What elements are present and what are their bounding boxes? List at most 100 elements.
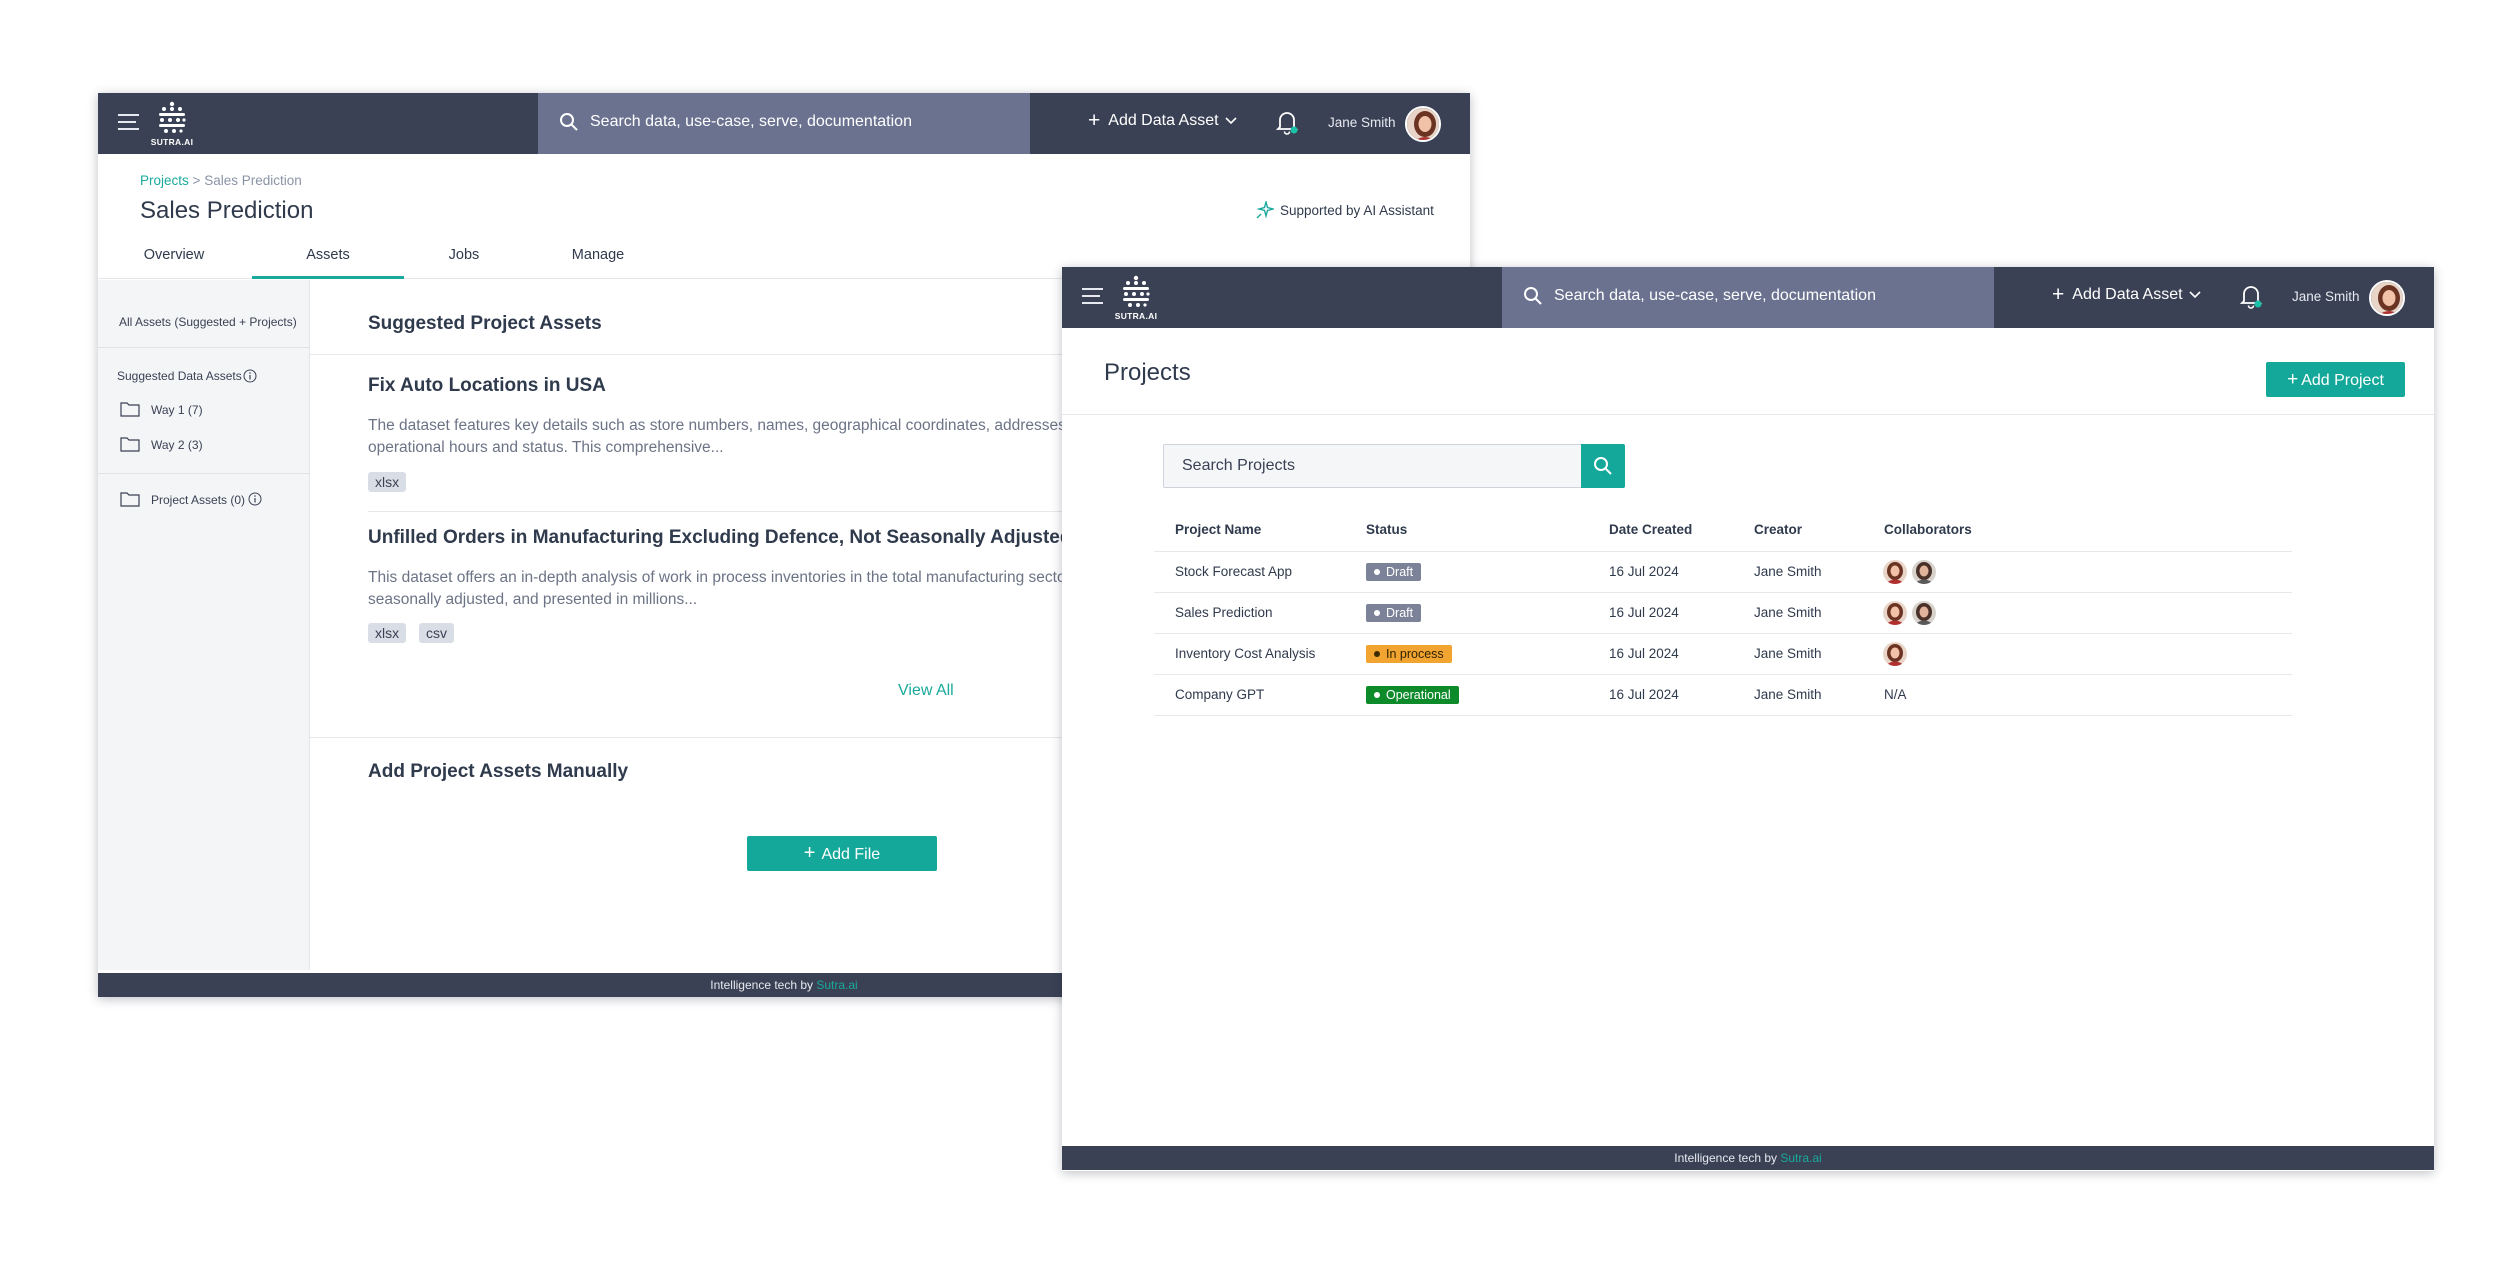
sidebar-project-assets-label: Project Assets (0) [151,493,246,507]
footer-brand-link[interactable]: Sutra.ai [1780,1151,1821,1165]
sutra-logo[interactable]: SUTRA.AI [1114,275,1158,321]
sidebar-folder-label: Way 1 (7) [151,403,203,417]
user-name[interactable]: Jane Smith [2292,289,2360,304]
add-data-asset-button[interactable]: + Add Data Asset [2052,284,2201,305]
creator: Jane Smith [1754,564,1822,579]
asset-title[interactable]: Fix Auto Locations in USA [368,375,606,397]
sidebar-divider [98,347,310,348]
add-file-button[interactable]: + Add File [747,836,937,871]
status-label: Draft [1386,606,1414,620]
table-row[interactable]: Sales Prediction Draft 16 Jul 2024 Jane … [1154,593,2292,633]
tab-manage[interactable]: Manage [522,243,674,279]
sidebar-divider [98,473,310,474]
sidebar-suggested-heading: Suggested Data Assets [117,369,242,383]
notification-bell-icon[interactable] [2239,283,2263,309]
collaborator-avatar[interactable] [1883,560,1907,584]
add-project-button[interactable]: + Add Project [2266,362,2405,397]
notification-bell-icon[interactable] [1275,109,1299,135]
creator: Jane Smith [1754,605,1822,620]
header-divider [1062,414,2434,415]
page-title: Sales Prediction [140,197,314,224]
logo-text: SUTRA.AI [1114,311,1158,321]
column-header-status[interactable]: Status [1366,522,1407,537]
ai-assistant-label: Supported by AI Assistant [1280,202,1434,218]
date-created: 16 Jul 2024 [1609,564,1679,579]
date-created: 16 Jul 2024 [1609,646,1679,661]
footer-brand-link[interactable]: Sutra.ai [816,978,857,992]
project-name[interactable]: Company GPT [1175,687,1264,702]
chevron-down-icon [2188,291,2201,299]
search-icon [1594,457,1612,475]
project-name[interactable]: Inventory Cost Analysis [1175,646,1315,661]
asset-title[interactable]: Unfilled Orders in Manufacturing Excludi… [368,527,1077,549]
status-badge: Draft [1366,604,1422,622]
date-created: 16 Jul 2024 [1609,605,1679,620]
table-row[interactable]: Inventory Cost Analysis In process 16 Ju… [1154,634,2292,674]
column-header-project-name[interactable]: Project Name [1175,522,1261,537]
search-icon [560,113,578,131]
top-navbar: SUTRA.AI Search data, use-case, serve, d… [1062,267,2434,328]
status-badge: In process [1366,645,1452,663]
project-search-input[interactable]: Search Projects [1163,444,1583,488]
project-name[interactable]: Sales Prediction [1175,605,1273,620]
user-avatar[interactable] [2369,280,2405,316]
project-name[interactable]: Stock Forecast App [1175,564,1292,579]
assets-sidebar: All Assets (Suggested + Projects) Sugges… [98,280,310,970]
info-icon[interactable] [248,492,262,506]
status-label: Operational [1386,688,1451,702]
search-icon [1524,287,1542,305]
breadcrumb-separator: > [192,173,201,188]
tab-jobs[interactable]: Jobs [406,243,522,279]
collaborators-value: N/A [1884,687,1907,702]
breadcrumb-projects-link[interactable]: Projects [140,173,189,188]
table-row[interactable]: Stock Forecast App Draft 16 Jul 2024 Jan… [1154,552,2292,592]
user-avatar[interactable] [1405,106,1441,142]
status-dot-icon [1374,569,1380,575]
table-row[interactable]: Company GPT Operational 16 Jul 2024 Jane… [1154,675,2292,715]
creator: Jane Smith [1754,646,1822,661]
asset-description: The dataset features key details such as… [368,417,1071,456]
collaborator-avatar[interactable] [1912,601,1936,625]
file-type-tag: xlsx [368,472,407,492]
folder-icon [120,492,140,507]
sidebar-folder-label: Way 2 (3) [151,438,203,452]
collaborator-avatar[interactable] [1883,642,1907,666]
sidebar-project-assets[interactable]: Project Assets (0) [120,490,300,512]
sidebar-folder-way-1[interactable]: Way 1 (7) [120,400,300,422]
status-dot-icon [1374,651,1380,657]
file-type-tag: csv [419,623,454,643]
hamburger-menu-icon[interactable] [118,114,139,132]
sidebar-all-assets[interactable]: All Assets (Suggested + Projects) [119,315,297,329]
collaborator-avatar[interactable] [1912,560,1936,584]
global-search[interactable]: Search data, use-case, serve, documentat… [1502,267,1994,328]
view-all-link[interactable]: View All [898,682,954,700]
logo-icon [159,101,186,133]
plus-icon: + [2287,369,2299,390]
status-dot-icon [1374,610,1380,616]
add-data-asset-button[interactable]: + Add Data Asset [1088,110,1237,131]
ai-assistant-indicator[interactable]: Supported by AI Assistant [1256,201,1434,219]
global-search[interactable]: Search data, use-case, serve, documentat… [538,93,1030,154]
tab-overview[interactable]: Overview [98,243,250,279]
sidebar-folder-way-2[interactable]: Way 2 (3) [120,435,300,457]
footer-prefix: Intelligence tech by [1674,1151,1778,1165]
status-badge: Draft [1366,563,1422,581]
add-data-asset-label: Add Data Asset [1108,112,1219,129]
breadcrumb: Projects > Sales Prediction [140,173,302,188]
column-header-creator[interactable]: Creator [1754,522,1802,537]
add-file-label: Add File [821,846,881,863]
column-header-collaborators[interactable]: Collaborators [1884,522,1972,537]
hamburger-menu-icon[interactable] [1082,288,1103,306]
project-search-button[interactable] [1581,444,1625,488]
column-header-date-created[interactable]: Date Created [1609,522,1692,537]
info-icon[interactable] [243,369,257,383]
projects-window: SUTRA.AI Search data, use-case, serve, d… [1062,267,2434,1171]
collaborator-avatar[interactable] [1883,601,1907,625]
user-name[interactable]: Jane Smith [1328,115,1396,130]
creator: Jane Smith [1754,687,1822,702]
sparkle-icon [1256,201,1274,219]
table-divider [1154,715,2292,716]
sutra-logo[interactable]: SUTRA.AI [150,101,194,147]
folder-icon [120,437,140,452]
tab-assets[interactable]: Assets [252,243,404,279]
